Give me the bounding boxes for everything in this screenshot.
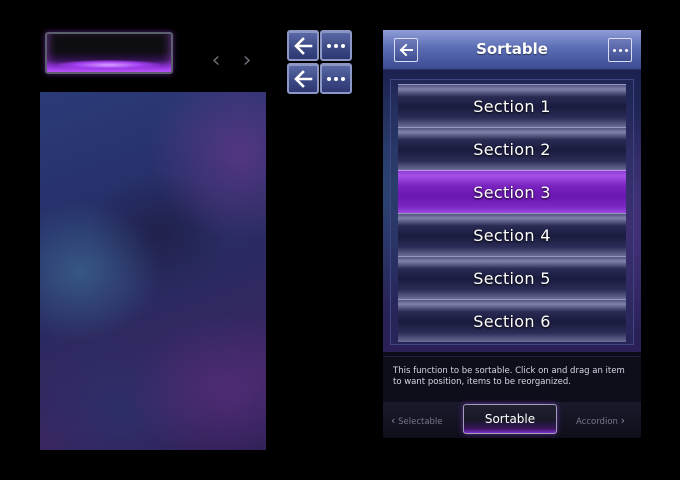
more-dots-icon	[612, 48, 628, 52]
list-item-section-6[interactable]: Section 6	[398, 299, 626, 342]
sortable-list: Section 1 Section 2 Section 3 Section 4 …	[390, 79, 634, 345]
tab-current[interactable]: Sortable	[463, 404, 557, 434]
tab-next-label: Accordion	[576, 417, 618, 427]
back-arrow-tile[interactable]	[287, 30, 319, 61]
chevron-left-icon: ‹	[391, 414, 396, 427]
list-item-section-1[interactable]: Section 1	[398, 84, 626, 127]
chevron-right-icon[interactable]: ›	[241, 50, 253, 72]
list-item-section-5[interactable]: Section 5	[398, 256, 626, 299]
back-arrow-icon	[294, 69, 313, 88]
blurred-background-preview	[40, 92, 266, 450]
list-item-section-2[interactable]: Section 2	[398, 127, 626, 170]
more-dots-icon	[327, 76, 345, 81]
menu-button[interactable]	[608, 38, 632, 62]
tab-bar: ‹ Selectable Sortable Accordion ›	[383, 402, 641, 438]
back-arrow-icon	[294, 36, 313, 55]
more-dots-tile[interactable]	[320, 63, 352, 94]
chevron-left-icon[interactable]: ‹	[210, 50, 222, 72]
list-item-section-3[interactable]: Section 3	[398, 170, 626, 213]
chevron-right-icon: ›	[620, 414, 626, 427]
tab-prev[interactable]: ‹ Selectable	[391, 414, 443, 427]
more-dots-tile[interactable]	[320, 30, 352, 61]
page-title: Sortable	[476, 40, 548, 58]
back-arrow-tile[interactable]	[287, 63, 319, 94]
phone-screen: Sortable Section 1 Section 2 Section 3 S…	[383, 30, 641, 438]
header-bar: Sortable	[383, 30, 641, 70]
list-item-section-4[interactable]: Section 4	[398, 213, 626, 256]
glow-button[interactable]	[45, 32, 173, 74]
more-dots-icon	[327, 43, 345, 48]
description-text: This function to be sortable. Click on a…	[383, 356, 641, 402]
tab-next[interactable]: Accordion ›	[576, 414, 625, 427]
tab-prev-label: Selectable	[398, 417, 443, 427]
